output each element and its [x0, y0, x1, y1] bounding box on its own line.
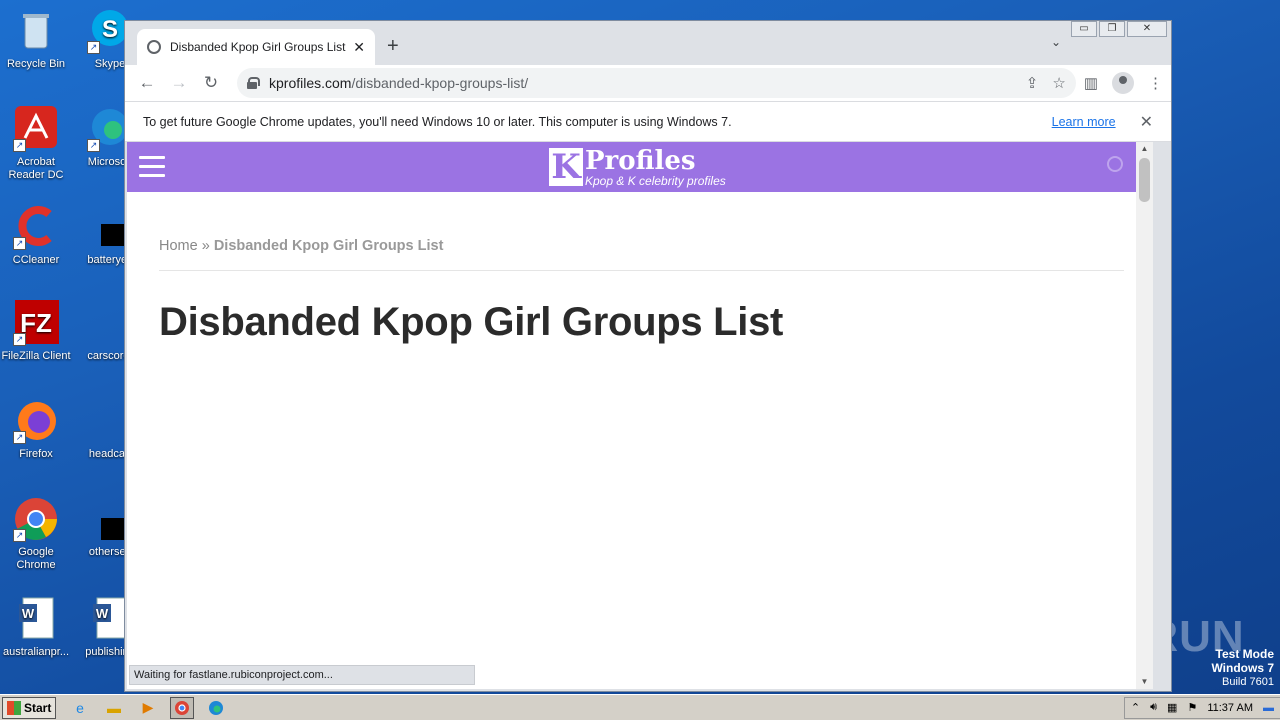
shortcut-arrow-icon: ↗ — [87, 139, 100, 152]
shortcut-arrow-icon: ↗ — [87, 41, 100, 54]
scrollbar[interactable]: ▲ ▼ — [1136, 142, 1153, 689]
acrobat-icon: ↗ — [13, 106, 59, 152]
network-icon[interactable]: ▦ — [1167, 701, 1177, 714]
tab-title: Disbanded Kpop Girl Groups List - Kp — [170, 40, 347, 54]
taskbar: Start e ▬ ▶ ⌃ 🔊︎ ▦ ⚑ 11:37 AM ▬ — [0, 694, 1280, 720]
shortcut-arrow-icon: ↗ — [13, 139, 26, 152]
word-document-icon: W — [13, 596, 59, 642]
scroll-up-arrow-icon[interactable]: ▲ — [1136, 142, 1153, 156]
media-player-icon[interactable]: ▶ — [136, 697, 160, 719]
recycle-bin-icon — [13, 8, 59, 54]
learn-more-link[interactable]: Learn more — [1052, 115, 1116, 129]
tab-search-button[interactable]: ⌄ — [1051, 35, 1061, 49]
site-header: K Profiles Kpop & K celebrity profiles — [127, 142, 1153, 192]
search-icon[interactable] — [1107, 156, 1123, 172]
system-tray: ⌃ 🔊︎ ▦ ⚑ 11:37 AM ▬ — [1123, 696, 1280, 719]
minimize-button[interactable]: ▭ — [1071, 21, 1097, 37]
tab-active[interactable]: Disbanded Kpop Girl Groups List - Kp ✕ — [137, 29, 375, 65]
logo-name: Profiles — [585, 146, 696, 176]
globe-icon — [147, 40, 161, 54]
desktop-icon-google-chrome[interactable]: ↗ Google Chrome — [0, 496, 74, 572]
ccleaner-icon: ↗ — [13, 204, 59, 250]
chrome-taskbar-icon[interactable] — [170, 696, 194, 719]
hamburger-menu-icon[interactable] — [139, 156, 165, 178]
update-infobar: To get future Google Chrome updates, you… — [125, 101, 1171, 142]
infobar-message: To get future Google Chrome updates, you… — [143, 114, 732, 129]
shortcut-arrow-icon: ↗ — [13, 333, 26, 346]
site-logo[interactable]: K Profiles Kpop & K celebrity profiles — [549, 148, 726, 188]
toolbar: ← → ↻ kprofiles.com /disbanded-kpop-grou… — [125, 65, 1171, 101]
test-mode-label: Test Mode Windows 7 Build 7601 — [1211, 647, 1274, 688]
shortcut-arrow-icon: ↗ — [13, 529, 26, 542]
window-controls: ▭ ❐ ✕ — [1071, 21, 1167, 37]
back-button[interactable]: ← — [133, 69, 161, 97]
forward-button[interactable]: → — [165, 69, 193, 97]
share-icon[interactable]: ⇪ — [1026, 74, 1039, 92]
shortcut-arrow-icon: ↗ — [13, 237, 26, 250]
breadcrumb: Home » Disbanded Kpop Girl Groups List — [159, 238, 443, 254]
page-title: Disbanded Kpop Girl Groups List — [159, 300, 784, 344]
breadcrumb-current: Disbanded Kpop Girl Groups List — [213, 238, 444, 254]
close-window-button[interactable]: ✕ — [1127, 21, 1167, 37]
desktop-icon-acrobat[interactable]: ↗ Acrobat Reader DC — [0, 106, 74, 182]
url-path: /disbanded-kpop-groups-list/ — [351, 75, 529, 91]
shortcut-arrow-icon: ↗ — [13, 431, 26, 444]
reload-button[interactable]: ↻ — [197, 69, 225, 97]
side-panel-icon[interactable]: ▥ — [1084, 74, 1098, 92]
restore-button[interactable]: ❐ — [1099, 21, 1125, 37]
tab-strip: Disbanded Kpop Girl Groups List - Kp ✕ +… — [125, 21, 1171, 65]
show-desktop-icon[interactable]: ▬ — [1263, 702, 1274, 714]
status-bubble: Waiting for fastlane.rubiconproject.com.… — [129, 665, 475, 685]
chrome-icon: ↗ — [13, 496, 59, 542]
svg-text:W: W — [96, 606, 109, 621]
internet-explorer-icon[interactable]: e — [68, 697, 92, 719]
menu-kebab-icon[interactable]: ⋮ — [1148, 74, 1163, 92]
logo-k: K — [549, 148, 583, 186]
action-center-flag-icon[interactable]: ⚑ — [1187, 701, 1197, 714]
tray-expand-icon[interactable]: ⌃ — [1131, 701, 1140, 714]
profile-avatar-icon[interactable] — [1112, 72, 1134, 94]
logo-tagline: Kpop & K celebrity profiles — [585, 174, 726, 188]
svg-text:S: S — [102, 16, 118, 43]
page-viewport: K Profiles Kpop & K celebrity profiles H… — [127, 142, 1153, 689]
desktop-icon-australianpr[interactable]: W australianpr... — [0, 596, 74, 659]
desktop-icon-ccleaner[interactable]: ↗ CCleaner — [0, 204, 74, 267]
desktop-icon-filezilla[interactable]: FZ ↗ FileZilla Client — [0, 300, 74, 363]
chrome-window: Disbanded Kpop Girl Groups List - Kp ✕ +… — [124, 20, 1172, 692]
scroll-down-arrow-icon[interactable]: ▼ — [1136, 675, 1153, 689]
edge-taskbar-icon[interactable] — [204, 697, 228, 719]
desktop-icon-recycle-bin[interactable]: Recycle Bin — [0, 8, 74, 71]
start-button[interactable]: Start — [2, 696, 56, 719]
svg-text:W: W — [22, 606, 35, 621]
clock[interactable]: 11:37 AM — [1207, 702, 1253, 714]
scroll-thumb[interactable] — [1139, 158, 1150, 202]
infobar-close-icon[interactable]: ✕ — [1140, 112, 1153, 132]
volume-icon[interactable]: 🔊︎ — [1150, 701, 1157, 714]
filezilla-icon: FZ ↗ — [13, 300, 59, 346]
url-host: kprofiles.com — [269, 75, 352, 91]
breadcrumb-separator: » — [197, 238, 214, 254]
new-tab-button[interactable]: + — [387, 35, 399, 58]
windows-flag-icon — [7, 700, 21, 715]
file-explorer-icon[interactable]: ▬ — [102, 697, 126, 719]
divider — [159, 270, 1124, 271]
lock-icon[interactable] — [247, 77, 260, 89]
desktop-icon-firefox[interactable]: ↗ Firefox — [0, 398, 74, 461]
firefox-icon: ↗ — [13, 398, 59, 444]
bookmark-star-icon[interactable]: ☆ — [1052, 74, 1065, 92]
breadcrumb-home-link[interactable]: Home — [159, 238, 198, 254]
tab-close-button[interactable]: ✕ — [353, 39, 365, 56]
address-bar[interactable]: kprofiles.com /disbanded-kpop-groups-lis… — [237, 68, 1076, 98]
